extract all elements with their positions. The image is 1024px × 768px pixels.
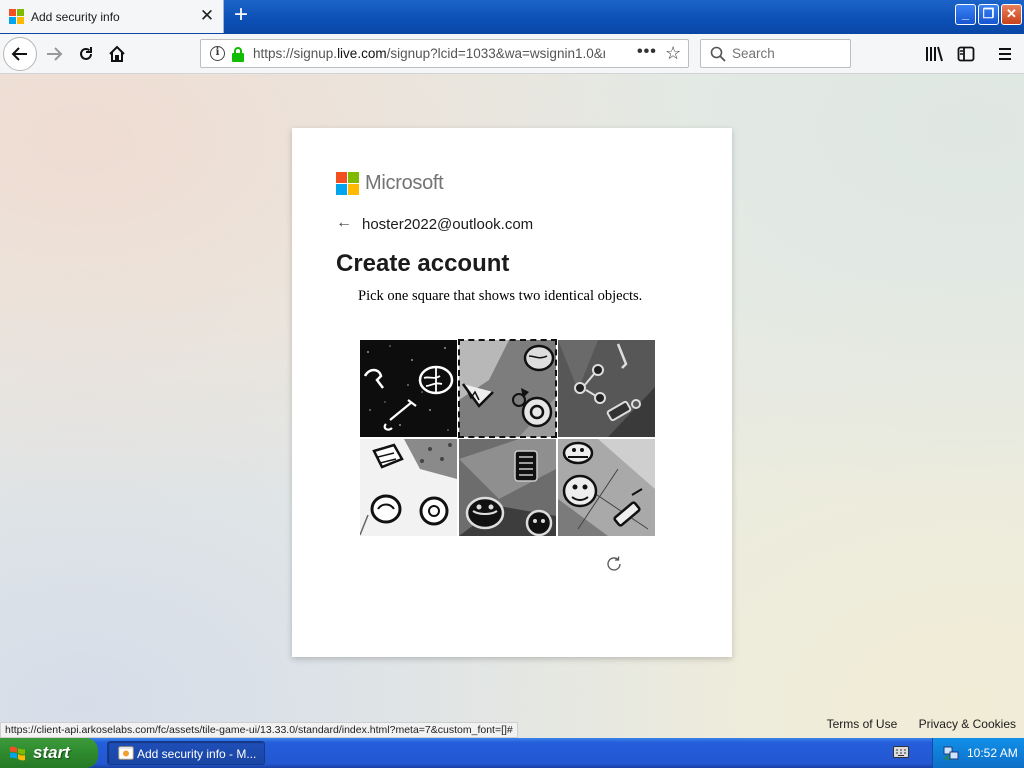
menu-icon[interactable] (996, 45, 1014, 63)
address-bar[interactable]: i https://signup.live.com/signup?lcid=10… (200, 39, 689, 68)
tab-close-icon[interactable]: ✕ (198, 6, 216, 26)
identity-email: hoster2022@outlook.com (362, 216, 534, 233)
url-domain: live.com (337, 46, 387, 61)
terms-of-use-link[interactable]: Terms of Use (827, 717, 898, 731)
microsoft-wordmark: Microsoft (365, 172, 444, 194)
keyboard-icon[interactable] (893, 746, 909, 758)
lock-icon[interactable] (231, 46, 245, 62)
captcha-tile-4[interactable] (360, 439, 457, 536)
tab-title: Add security info (31, 10, 120, 24)
captcha-tile-5[interactable] (459, 439, 556, 536)
home-icon (109, 45, 125, 62)
url-path: /signup?lcid=1033&wa=wsignin1.0&r (386, 46, 605, 61)
bookmark-star-icon[interactable]: ☆ (665, 43, 681, 64)
window-close-button[interactable]: ✕ (1001, 4, 1022, 25)
captcha-tile-2[interactable] (458, 339, 557, 438)
identity-back-arrow-icon[interactable]: ← (336, 214, 352, 232)
taskbar-item-browser[interactable]: Add security info - M... (107, 741, 265, 765)
back-button[interactable] (3, 37, 37, 71)
taskbar-item-label: Add security info - M... (137, 747, 257, 761)
navigation-toolbar: i https://signup.live.com/signup?lcid=10… (0, 34, 1024, 74)
captcha-tile-1[interactable] (360, 340, 457, 437)
url-text[interactable]: https://signup.live.com/signup?lcid=1033… (253, 46, 605, 61)
browser-app-icon (118, 746, 134, 760)
sidebar-icon[interactable] (957, 45, 975, 63)
microsoft-logo-icon (336, 172, 359, 195)
captcha-prompt: Pick one square that shows two identical… (358, 288, 643, 304)
web-page: Microsoft ← hoster2022@outlook.com Creat… (0, 74, 1024, 738)
window-restore-button[interactable]: ❐ (978, 4, 999, 25)
forward-arrow-icon (47, 47, 63, 61)
browser-tab[interactable]: Add security info ✕ (0, 0, 224, 33)
search-box[interactable]: Search (700, 39, 851, 68)
home-button[interactable] (101, 38, 133, 70)
search-placeholder: Search (732, 46, 775, 61)
forward-button[interactable] (38, 38, 70, 70)
page-title: Create account (336, 250, 510, 277)
captcha-tile-grid (360, 339, 656, 536)
privacy-cookies-link[interactable]: Privacy & Cookies (919, 717, 1016, 731)
url-host: https://signup. (253, 46, 338, 61)
window-minimize-button[interactable]: _ (955, 4, 976, 25)
system-clock: 10:52 AM (967, 746, 1018, 760)
signup-card: Microsoft ← hoster2022@outlook.com Creat… (292, 128, 732, 657)
start-label: start (33, 743, 70, 762)
network-icon[interactable] (943, 745, 959, 761)
reload-icon (80, 47, 92, 60)
status-bar-url: https://client-api.arkoselabs.com/fc/ass… (0, 722, 518, 738)
windows-taskbar: start Add security info - M... 10:52 AM (0, 738, 1024, 768)
start-button[interactable]: start (0, 738, 98, 768)
microsoft-favicon-icon (9, 9, 24, 24)
reload-button[interactable] (70, 38, 102, 70)
captcha-tile-3[interactable] (558, 340, 655, 437)
library-icon[interactable] (925, 45, 943, 63)
browser-title-bar: Add security info ✕ + _ ❐ ✕ (0, 0, 1024, 34)
system-tray: 10:52 AM (932, 738, 1024, 768)
page-actions-button[interactable]: ••• (637, 43, 657, 61)
search-icon (710, 46, 726, 62)
info-icon[interactable]: i (210, 46, 225, 61)
back-arrow-icon (11, 47, 27, 61)
windows-flag-icon (10, 746, 25, 761)
new-tab-button[interactable]: + (230, 3, 252, 28)
footer-links: Terms of Use Privacy & Cookies (809, 717, 1016, 731)
captcha-tile-6[interactable] (558, 439, 655, 536)
loading-spinner-icon (607, 556, 621, 571)
